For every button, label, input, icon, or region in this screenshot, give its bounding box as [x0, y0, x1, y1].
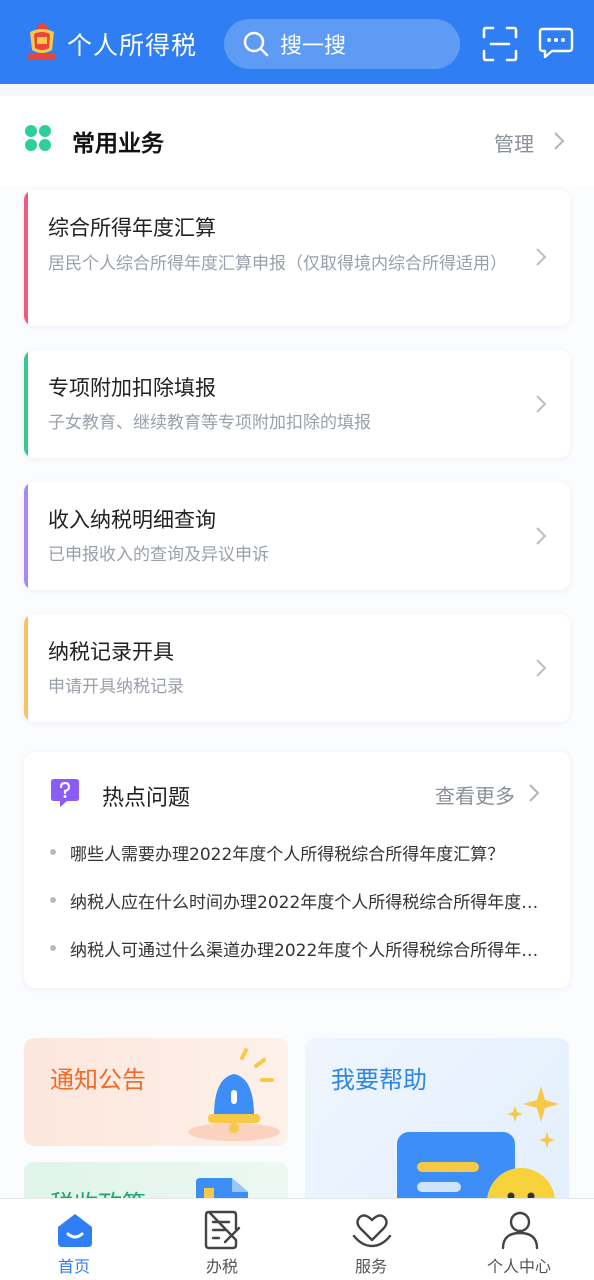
tab-tax[interactable]: 办税	[148, 1199, 296, 1280]
apps-grid-icon	[25, 125, 51, 151]
section-title: 常用业务	[72, 131, 164, 157]
search-icon	[243, 31, 269, 57]
home-icon	[58, 1214, 92, 1247]
hot-question-item[interactable]: 纳税人可通过什么渠道办理2022年度个人所得税综合所得年度汇算？	[50, 933, 544, 963]
card-description: 子女教育、继续教育等专项附加扣除的填报	[48, 413, 371, 433]
card-income-query[interactable]: 收入纳税明细查询 已申报收入的查询及异议申诉	[24, 482, 570, 590]
search-placeholder: 搜一搜	[280, 34, 347, 59]
card-description: 居民个人综合所得年度汇算申报（仅取得境内综合所得适用）	[48, 254, 507, 274]
hot-questions-title: 热点问题	[102, 786, 191, 811]
card-description: 已申报收入的查询及异议申诉	[48, 545, 269, 565]
question-text: 纳税人应在什么时间办理2022年度个人所得税综合所得年度汇算？	[70, 892, 544, 913]
tab-label: 首页	[57, 1257, 90, 1276]
tax-form-icon	[204, 1210, 241, 1250]
chevron-right-icon	[529, 784, 540, 802]
card-description: 申请开具纳税记录	[48, 677, 184, 697]
question-text: 哪些人需要办理2022年度个人所得税综合所得年度汇算？	[70, 844, 505, 865]
notice-tile-label: 通知公告	[50, 1066, 146, 1094]
question-text: 纳税人可通过什么渠道办理2022年度个人所得税综合所得年度汇算？	[70, 940, 544, 961]
tax-emblem-icon	[28, 23, 56, 60]
card-accent-bar	[24, 190, 28, 326]
tab-label: 服务	[354, 1257, 387, 1276]
tab-home[interactable]: 首页	[0, 1199, 148, 1280]
chevron-right-icon	[536, 395, 547, 413]
card-accent-bar	[24, 350, 28, 458]
manage-button[interactable]: 管理	[494, 128, 534, 157]
hot-question-item[interactable]: 哪些人需要办理2022年度个人所得税综合所得年度汇算？	[50, 837, 544, 867]
card-title: 收入纳税明细查询	[48, 508, 216, 532]
chevron-right-icon	[536, 527, 547, 545]
card-title: 专项附加扣除填报	[48, 376, 216, 400]
hot-question-item[interactable]: 纳税人应在什么时间办理2022年度个人所得税综合所得年度汇算？	[50, 885, 544, 915]
card-title: 综合所得年度汇算	[48, 216, 216, 240]
bell-icon	[188, 1048, 280, 1141]
card-title: 纳税记录开具	[48, 640, 174, 664]
service-heart-icon	[352, 1214, 392, 1248]
notice-tile[interactable]: 通知公告	[24, 1038, 288, 1146]
card-annual-settlement[interactable]: 综合所得年度汇算 居民个人综合所得年度汇算申报（仅取得境内综合所得适用）	[24, 190, 570, 326]
tab-profile[interactable]: 个人中心	[445, 1199, 593, 1280]
chevron-right-icon	[536, 248, 547, 266]
chevron-right-icon	[554, 132, 565, 150]
scan-icon[interactable]	[482, 26, 518, 62]
chevron-right-icon	[536, 659, 547, 677]
bullet-dot	[50, 945, 56, 951]
card-accent-bar	[24, 614, 28, 722]
help-tile[interactable]: 我要帮助	[305, 1038, 569, 1222]
bullet-dot	[50, 897, 56, 903]
view-more-link[interactable]: 查看更多	[435, 780, 515, 809]
search-bar[interactable]: 搜一搜	[224, 19, 460, 69]
person-icon	[501, 1211, 539, 1250]
card-accent-bar	[24, 482, 28, 590]
hot-questions-panel: 热点问题 查看更多 哪些人需要办理2022年度个人所得税综合所得年度汇算？ 纳税…	[24, 752, 570, 988]
question-bubble-icon	[51, 779, 79, 807]
app-title: 个人所得税	[67, 31, 198, 60]
tab-service[interactable]: 服务	[297, 1199, 445, 1280]
card-special-deduction[interactable]: 专项附加扣除填报 子女教育、继续教育等专项附加扣除的填报	[24, 350, 570, 458]
bottom-tab-bar: 首页 办税 服务 个人中心	[0, 1198, 594, 1280]
top-header: 个人所得税 搜一搜	[0, 0, 594, 84]
message-icon[interactable]	[538, 26, 574, 60]
card-tax-record[interactable]: 纳税记录开具 申请开具纳税记录	[24, 614, 570, 722]
tab-label: 办税	[205, 1257, 238, 1276]
bullet-dot	[50, 849, 56, 855]
tab-label: 个人中心	[486, 1257, 551, 1276]
